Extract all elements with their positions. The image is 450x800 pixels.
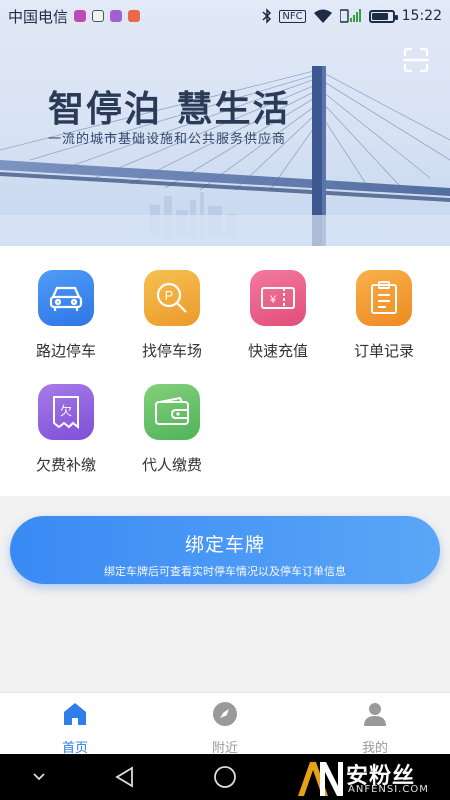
an-logo-icon — [298, 762, 343, 796]
nfc-icon: NFC — [279, 9, 306, 23]
bind-plate-subtitle: 绑定车牌后可查看实时停车情况以及停车订单信息 — [104, 565, 346, 578]
watermark: 安粉丝 ANFENSI.COM — [294, 758, 444, 798]
tile-label: 路边停车 — [35, 342, 96, 360]
tile-order-records[interactable]: 订单记录 — [334, 270, 434, 361]
car-icon — [38, 270, 94, 326]
bottom-tab-bar: 首页 附近 我的 — [0, 692, 450, 756]
battery-icon — [368, 9, 398, 23]
chevron-down-icon — [33, 773, 45, 781]
watermark-en: ANFENSI.COM — [348, 784, 429, 795]
tab-mine[interactable]: 我的 — [335, 701, 415, 756]
wallet-icon — [144, 384, 200, 440]
home-icon — [64, 703, 86, 725]
svg-text:P: P — [165, 288, 174, 303]
arrears-receipt-icon: 欠 — [38, 384, 94, 440]
tile-find-parking[interactable]: P 找停车场 — [122, 270, 222, 361]
home-nav-button[interactable] — [210, 762, 240, 792]
bag-app-icon — [128, 10, 141, 22]
tile-quick-recharge[interactable]: ¥ 快速充值 — [228, 270, 328, 361]
system-nav-bar: 安粉丝 ANFENSI.COM — [0, 754, 450, 800]
tile-label: 欠费补缴 — [35, 456, 96, 474]
parking-search-icon: P — [144, 270, 200, 326]
recharge-ticket-icon: ¥ — [250, 270, 306, 326]
tab-home[interactable]: 首页 — [35, 701, 115, 756]
status-bar: 中国电信 NFC 15:22 — [0, 0, 450, 32]
compass-icon — [213, 702, 237, 726]
svg-text:¥: ¥ — [269, 294, 277, 306]
tile-arrears-payment[interactable]: 欠 欠费补缴 — [16, 384, 116, 475]
hero-banner: 智停泊 慧生活 一流的城市基础设施和公共服务供应商 — [0, 0, 450, 246]
clock: 15:22 — [401, 8, 442, 24]
scan-icon[interactable] — [402, 46, 430, 74]
tile-roadside-parking[interactable]: 路边停车 — [16, 270, 116, 361]
gallery-icon — [74, 10, 87, 22]
carrier-label: 中国电信 — [8, 7, 69, 26]
tile-label: 找停车场 — [141, 342, 202, 360]
back-button[interactable] — [110, 762, 140, 792]
tile-pay-for-others[interactable]: 代人缴费 — [122, 384, 222, 475]
smiley-app-icon — [110, 10, 123, 22]
signal-icon — [339, 9, 361, 23]
a-app-icon — [92, 10, 105, 22]
bluetooth-icon — [262, 8, 272, 24]
tile-label: 代人缴费 — [141, 456, 202, 474]
banner-subtitle: 一流的城市基础设施和公共服务供应商 — [48, 132, 287, 147]
back-triangle-icon — [115, 766, 133, 788]
feature-grid: 路边停车 P 找停车场 ¥ 快速充值 订单记录 欠 欠费补缴 代人缴费 — [0, 246, 450, 496]
user-icon — [364, 703, 386, 726]
tile-label: 订单记录 — [353, 342, 414, 360]
tile-label: 快速充值 — [247, 342, 308, 360]
tab-nearby[interactable]: 附近 — [185, 701, 265, 756]
bind-plate-title: 绑定车牌 — [184, 534, 265, 556]
collapse-nav-button[interactable] — [24, 762, 54, 792]
order-clipboard-icon — [356, 270, 412, 326]
banner-title: 智停泊 慧生活 — [48, 89, 291, 130]
bind-plate-button[interactable]: 绑定车牌 绑定车牌后可查看实时停车情况以及停车订单信息 — [10, 516, 440, 584]
wifi-icon — [313, 9, 332, 23]
home-circle-icon — [214, 766, 236, 788]
svg-text:欠: 欠 — [60, 403, 72, 418]
